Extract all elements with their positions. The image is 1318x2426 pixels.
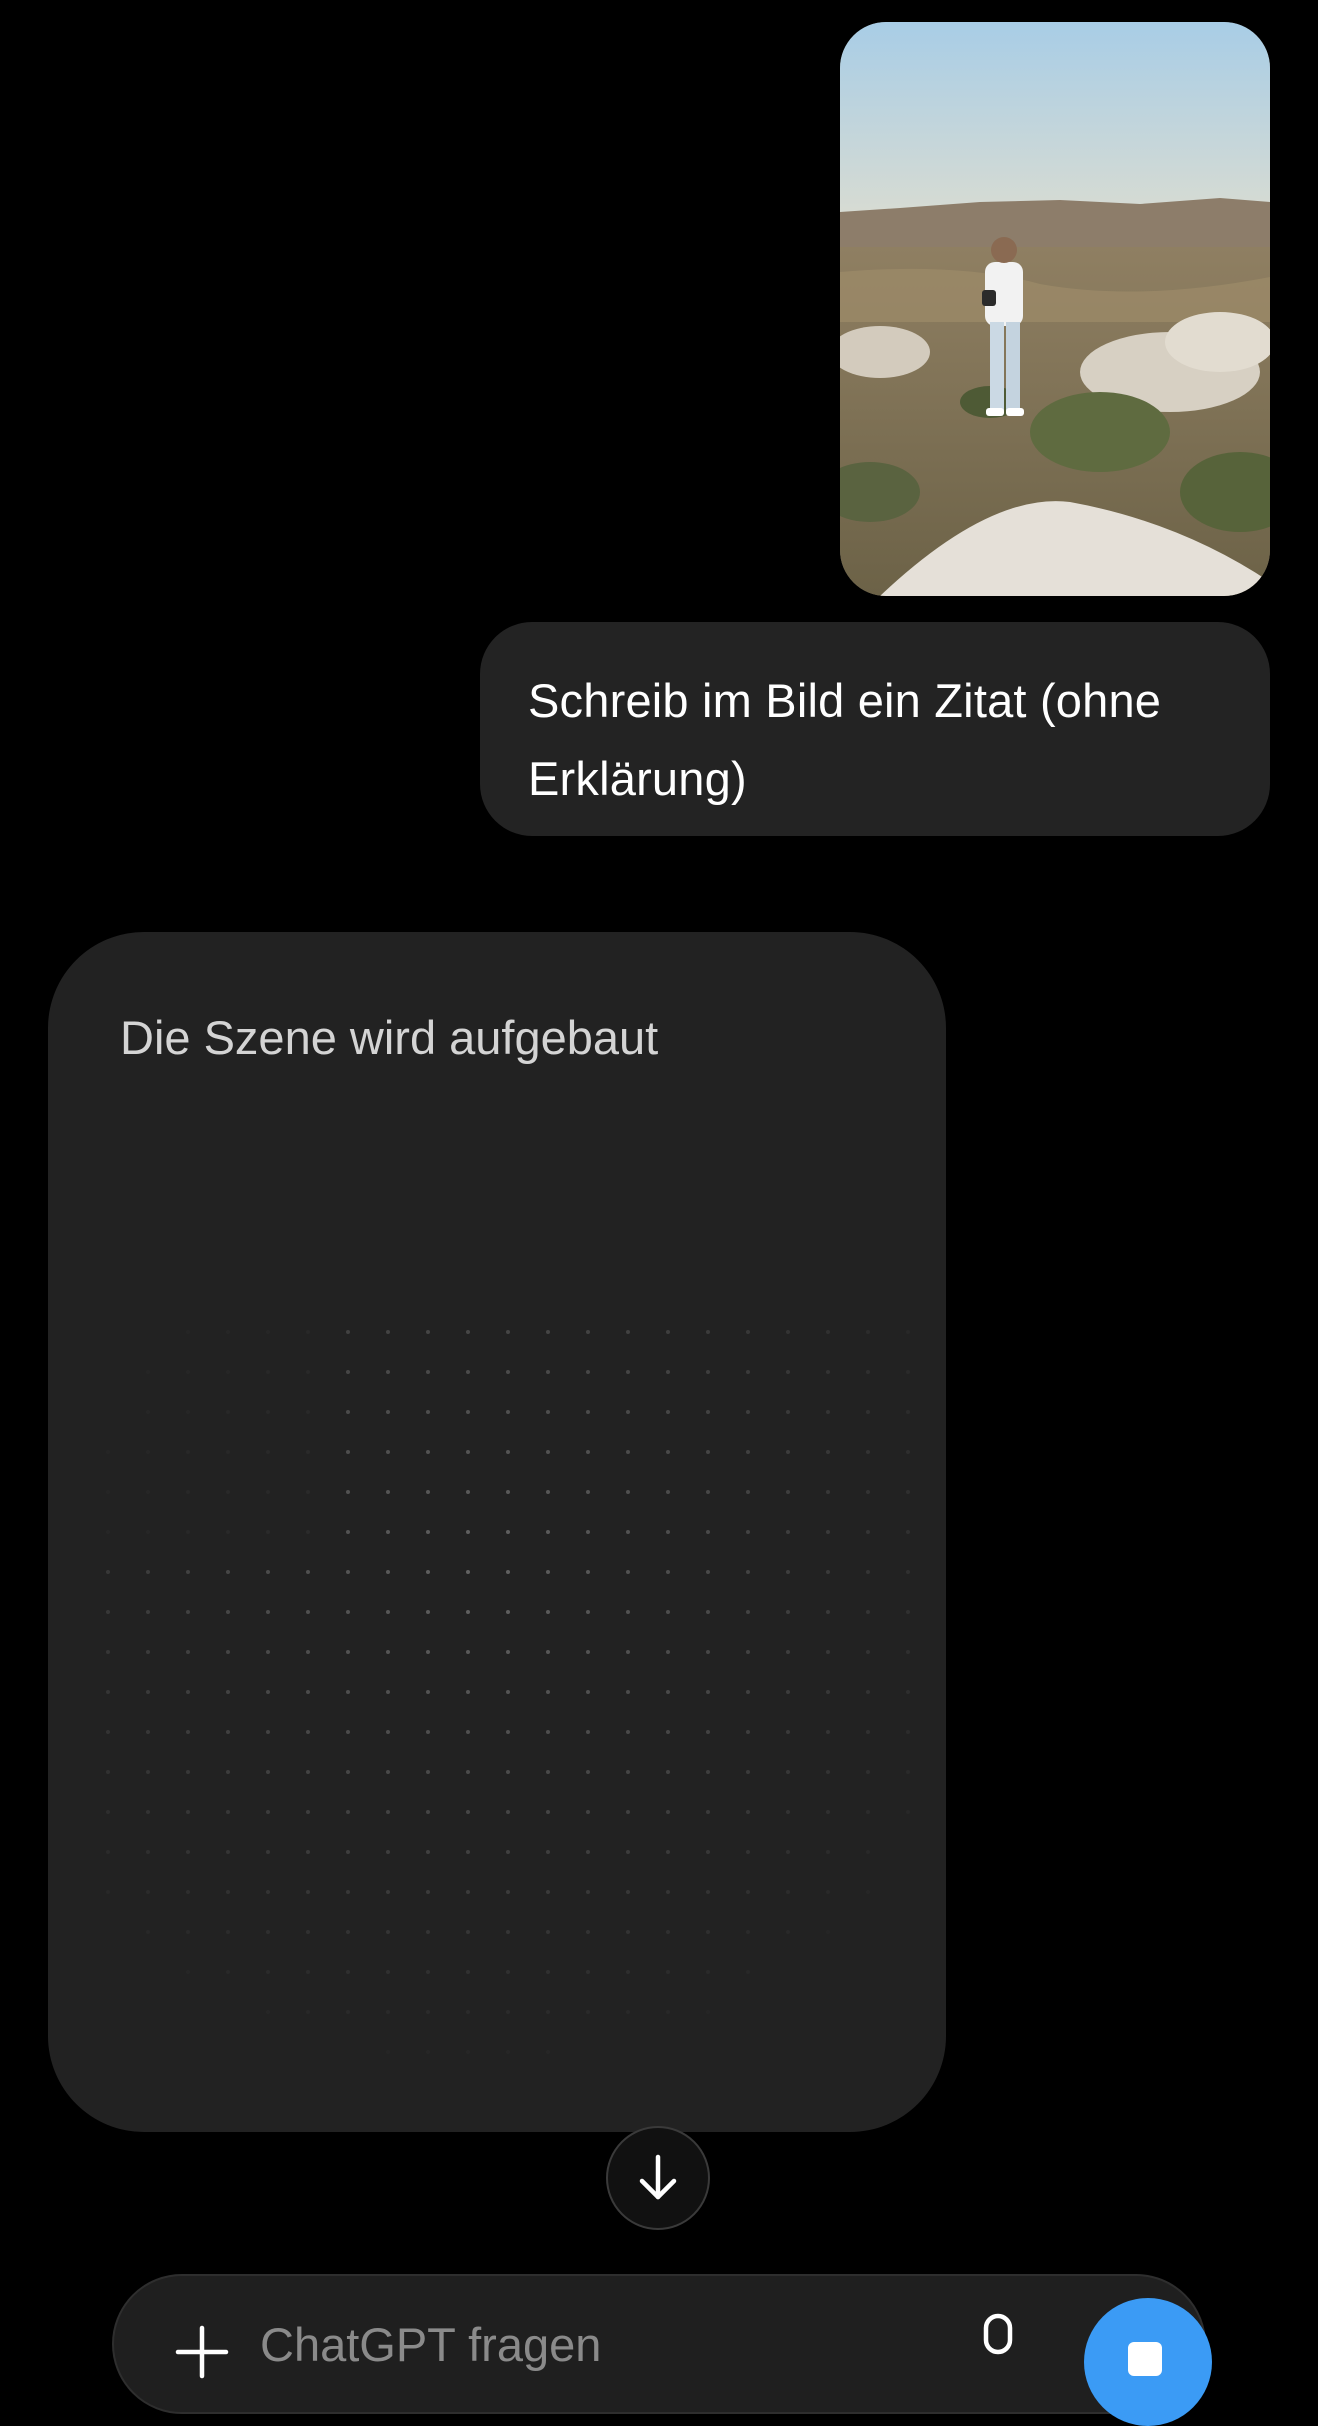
landscape-photo	[840, 22, 1270, 596]
generation-dot-pattern	[106, 1330, 910, 2054]
user-message-bubble[interactable]: Schreib im Bild ein Zitat (ohne Erklärun…	[480, 622, 1270, 836]
generation-status-text: Die Szene wird aufgebaut	[120, 1011, 659, 1064]
stop-icon	[1128, 2342, 1162, 2376]
message-composer	[112, 2274, 1212, 2426]
assistant-image-generation-card: Die Szene wird aufgebaut	[48, 932, 946, 2132]
microphone-icon[interactable]	[974, 2312, 1022, 2372]
user-photo-attachment[interactable]	[840, 22, 1270, 596]
plus-icon[interactable]	[174, 2324, 230, 2380]
user-message-text: Schreib im Bild ein Zitat (ohne Erklärun…	[528, 674, 1162, 805]
arrow-down-icon	[639, 2154, 677, 2200]
stop-generation-button[interactable]	[1084, 2298, 1212, 2426]
chat-input[interactable]	[260, 2306, 820, 2382]
scroll-to-bottom-button[interactable]	[606, 2126, 710, 2230]
